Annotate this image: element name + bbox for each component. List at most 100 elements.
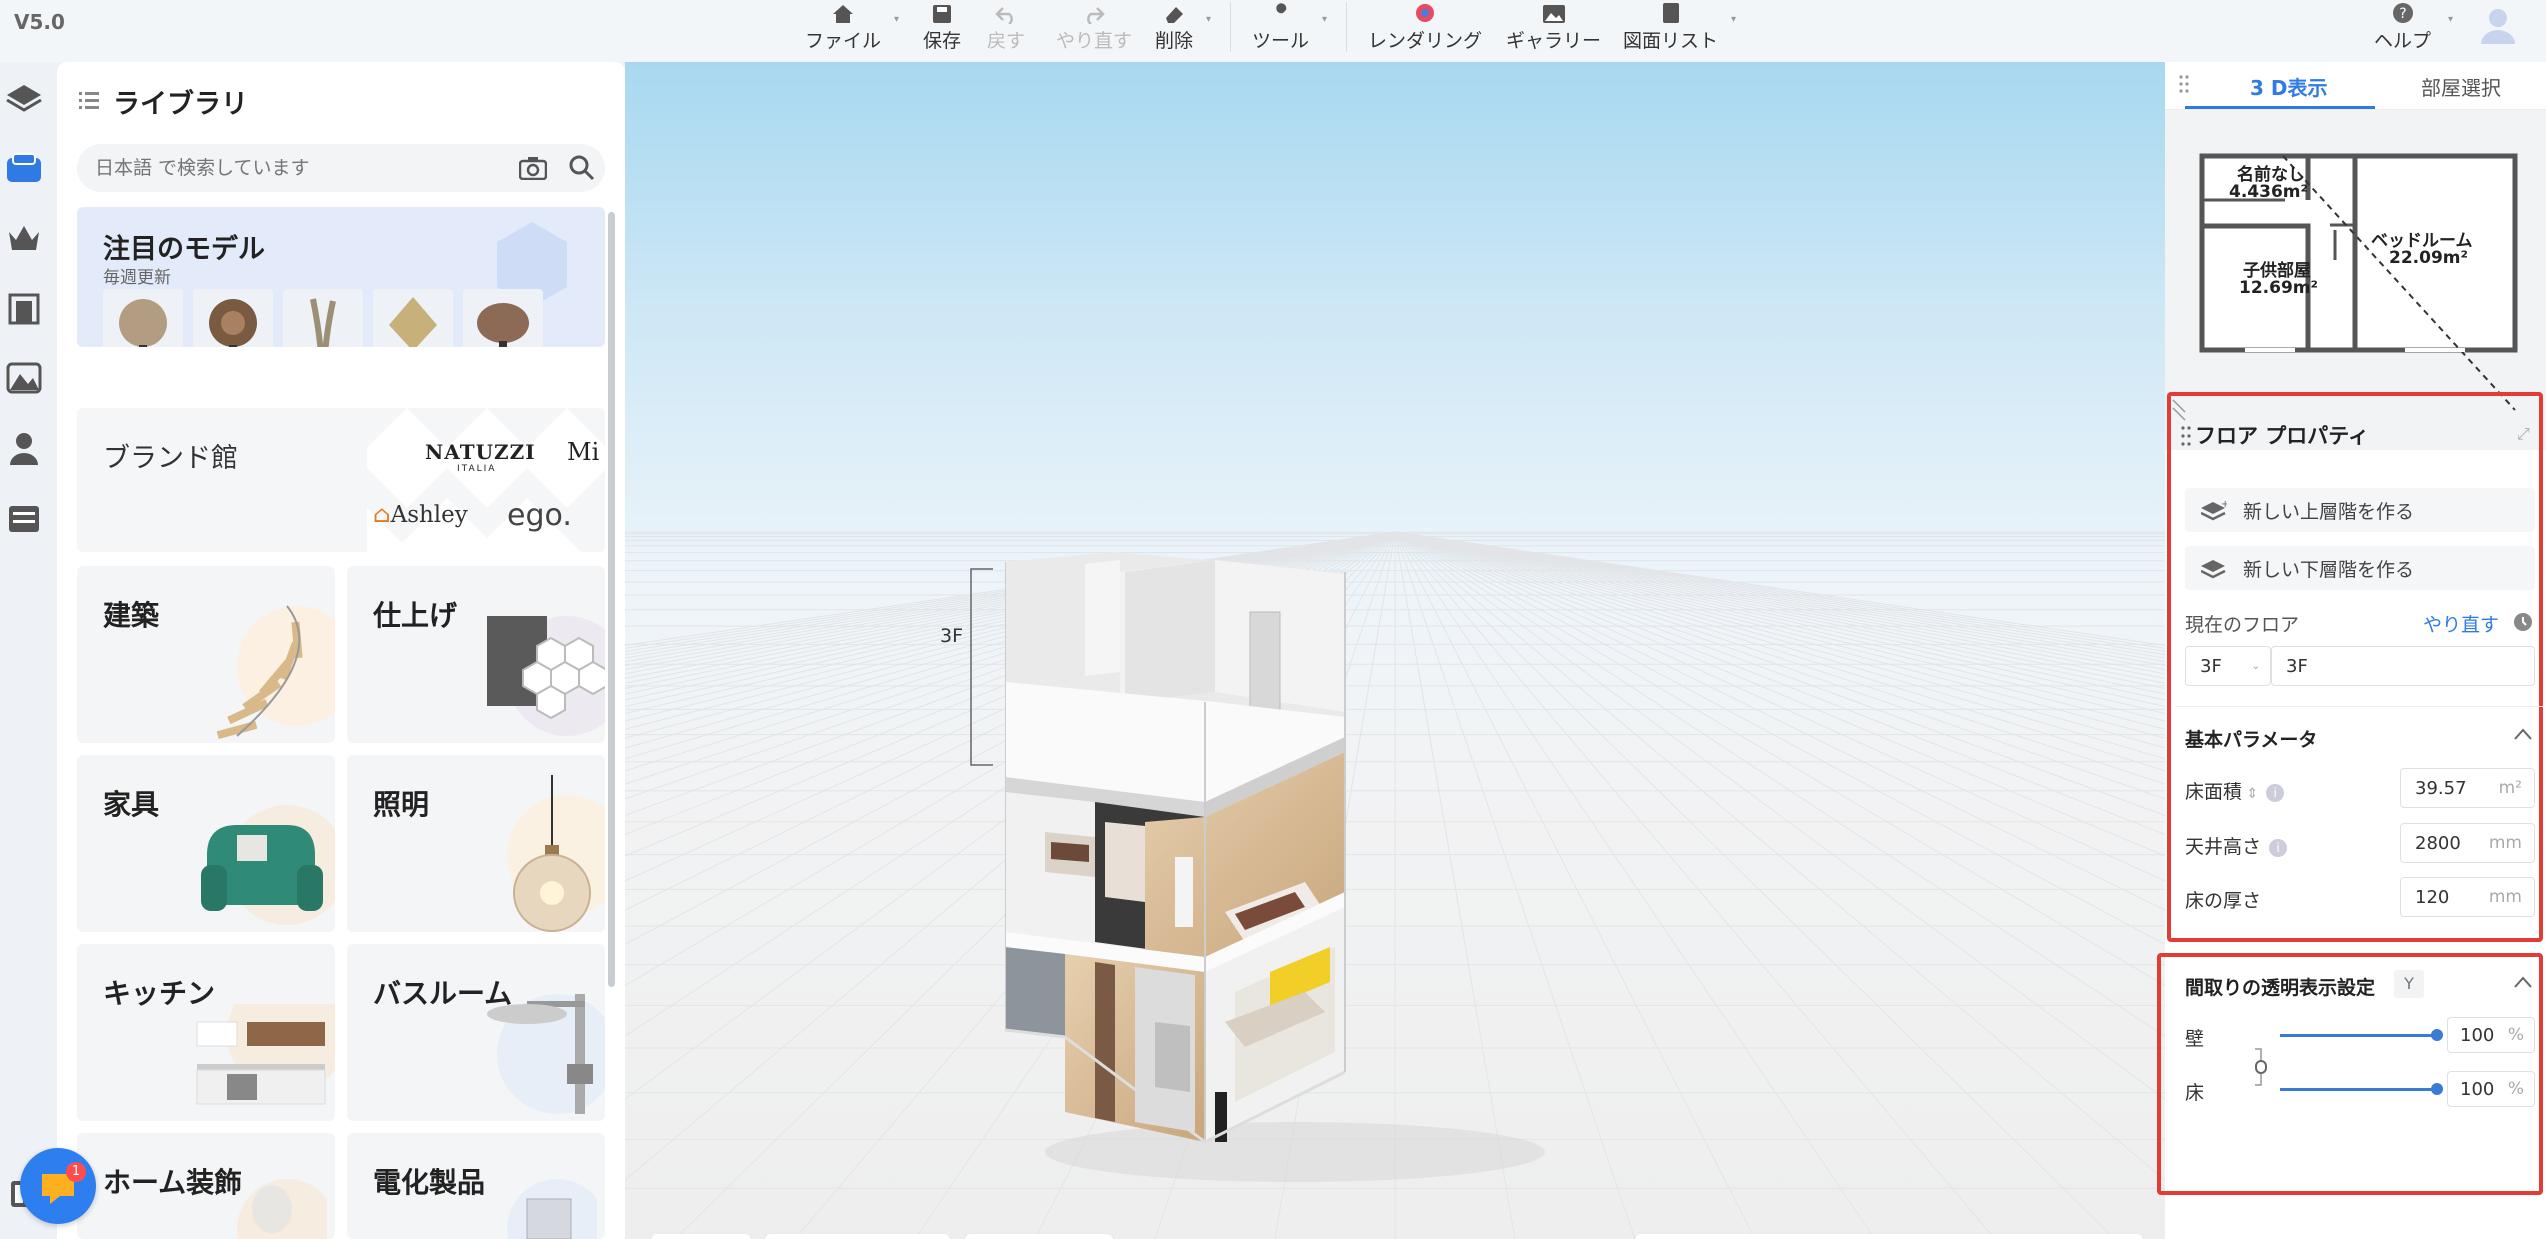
brand-logo-mi[interactable]: Mi [567,438,599,466]
transparency-title: 間取りの透明表示設定 [2185,977,2376,999]
info-icon: i [2266,783,2285,802]
featured-model-thumb[interactable] [193,289,273,347]
redo-link[interactable]: やり直す [2423,610,2499,637]
stairs-illustration [216,605,335,740]
brand-logo-natuzzi-sub: ITALIA [457,464,497,474]
transparency-tag[interactable]: Y [2394,970,2424,998]
minimap-room-area: 12.69m² [2239,278,2318,298]
ceiling-height-label: 天井高さ i [2185,832,2288,859]
rendering-button[interactable]: レンダリング [1368,0,1482,53]
top-toolbar: V5.0 ファイル ▾ 保存 戻す やり直す 削除 ▾ ツール ▾ レンダリング ギャ… [0,0,2546,62]
category-appliances[interactable]: 電化製品 [347,1133,605,1239]
active-tab-indicator [2185,106,2375,109]
library-header: ライブラリ [79,82,248,121]
current-floor-label: 現在のフロア [2185,614,2300,636]
category-lighting[interactable]: 照明 [347,755,605,932]
redo-button[interactable]: やり直す [1056,0,1132,53]
floor-transparency-label: 床 [2185,1082,2205,1104]
help-button[interactable]: ? ヘルプ ▾ [2374,0,2453,53]
category-architecture[interactable]: 建築 [77,566,335,743]
floor-transparency-input[interactable]: 100% [2447,1071,2535,1107]
chevron-up-icon[interactable] [2513,726,2533,745]
person-icon[interactable] [4,428,44,468]
camera-icon[interactable] [518,156,548,184]
image-icon [1542,0,1566,24]
brand-hall-card[interactable]: ブランド館 NATUZZI ITALIA Mi ⌂Ashley ego. [77,408,605,552]
clock-icon[interactable] [2513,612,2533,636]
user-avatar[interactable] [2478,4,2518,44]
drag-handle-icon[interactable] [2181,425,2191,451]
featured-model-thumb[interactable] [463,289,543,347]
eraser-icon [1163,0,1185,24]
door-icon[interactable] [4,288,44,328]
minimap-room-area: 22.09m² [2389,248,2468,268]
category-bathroom[interactable]: バスルーム [347,944,605,1121]
wall-transparency-input[interactable]: 100% [2447,1017,2535,1053]
svg-text:?: ? [2399,6,2406,22]
floor-transparency-slider[interactable] [2280,1088,2436,1091]
delete-button[interactable]: 削除 ▾ [1155,0,1211,53]
house-3d-model[interactable] [1005,552,1565,1192]
link-icon[interactable] [2253,1047,2269,1091]
list-icon[interactable] [79,86,99,117]
featured-model-thumb[interactable] [373,289,453,347]
redo-icon [1083,0,1105,24]
floor-thickness-input[interactable]: 120 mm [2400,877,2535,917]
version-label: V5.0 [14,10,65,34]
view-mode-switcher: 2D ▾ 3D ▾ [765,1234,950,1239]
undo-button[interactable]: 戻す [987,0,1025,53]
featured-models-card[interactable]: 注目のモデル 毎週更新 [77,207,605,347]
featured-subtitle: 毎週更新 [103,268,171,288]
gallery-button[interactable]: ギャラリー [1506,0,1601,53]
brand-logo-ego[interactable]: ego. [507,498,572,533]
drawing-list-button[interactable]: 図面リスト ▾ [1623,0,1736,53]
brand-logo-ashley[interactable]: ⌂Ashley [373,502,468,528]
zoom-toolbar: − 38 % + [1635,1234,2143,1239]
tools-menu-button[interactable]: ツール ▾ [1252,0,1327,53]
library-search-bar [77,144,605,192]
category-home-decor[interactable]: ホーム装飾 [77,1133,335,1239]
wall-transparency-label: 壁 [2185,1028,2205,1050]
floor-area-input[interactable]: 39.57 m² [2400,768,2535,808]
floor-name-input[interactable]: 3F [2271,646,2535,686]
library-scrollbar[interactable] [608,212,615,987]
wall-slider-knob[interactable] [2431,1029,2443,1041]
tab-3d-view[interactable]: 3 D表示 [2250,72,2327,101]
file-menu-button[interactable]: ファイル ▾ [805,0,899,53]
armchair-illustration [201,805,335,925]
add-layer-icon: + [2185,499,2243,521]
new-upper-floor-button[interactable]: + 新しい上層階を作る [2185,488,2535,532]
chat-support-button[interactable]: 1 [20,1148,96,1224]
kitchen-illustration [196,1004,335,1105]
crown-icon[interactable] [4,218,44,258]
category-finishes[interactable]: 仕上げ [347,566,605,743]
chevron-up-icon[interactable] [2513,974,2533,993]
featured-model-thumb[interactable] [283,289,363,347]
landscape-icon[interactable] [4,358,44,398]
view-options [965,1234,1113,1239]
floor-switcher[interactable]: 3F [651,1234,751,1239]
tab-room-select[interactable]: 部屋選択 [2421,72,2501,101]
featured-model-thumb[interactable] [103,289,183,347]
library-panel: ライブラリ 注目のモデル 毎週更新 ブランド館 NATUZZI ITALIA M… [57,62,625,1239]
floor-slider-knob[interactable] [2431,1083,2443,1095]
library-search-input[interactable] [95,154,475,182]
new-lower-floor-button[interactable]: 新しい下層階を作る [2185,546,2535,590]
brand-logo-natuzzi[interactable]: NATUZZI [425,440,536,464]
3d-viewport[interactable]: 3F [625,62,2165,1239]
toolbar-divider [1230,2,1231,52]
ceiling-height-input[interactable]: 2800 mm [2400,823,2535,863]
category-kitchen[interactable]: キッチン [77,944,335,1121]
minimap-room-area: 4.436m² [2229,182,2308,202]
search-icon[interactable] [569,155,595,185]
wall-transparency-slider[interactable] [2280,1034,2436,1037]
cabinet-icon[interactable] [4,498,44,538]
expand-icon[interactable]: ⤢ [2517,424,2530,444]
category-furniture[interactable]: 家具 [77,755,335,932]
floorplan-icon[interactable] [4,78,44,118]
catalog-icon[interactable] [4,148,44,188]
floor-thickness-label: 床の厚さ [2185,890,2262,912]
floor-select-dropdown[interactable]: 3F ⌄ [2185,646,2271,686]
drag-handle-icon[interactable] [2179,74,2189,98]
save-button[interactable]: 保存 [923,0,961,53]
